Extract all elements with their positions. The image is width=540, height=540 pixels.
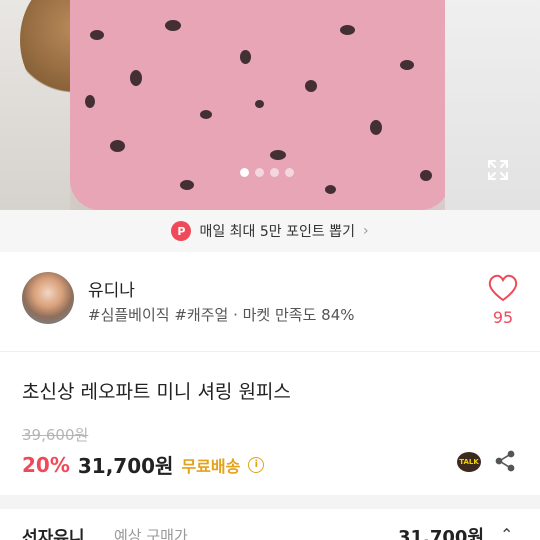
section-divider [0,495,540,509]
expected-price-row[interactable]: 선자유니 예상 구매가 31,700원 ⌃ [0,509,540,540]
free-shipping-label: 무료배송 [181,456,241,476]
kakaotalk-icon[interactable]: TALK [457,452,481,472]
product-image[interactable] [0,0,540,210]
points-banner-text: 매일 최대 5만 포인트 뽑기 [199,224,355,240]
chevron-right-icon: › [362,223,369,239]
gallery-pagination [240,168,294,177]
pagination-dot[interactable] [270,168,279,177]
pagination-dot[interactable] [255,168,264,177]
pagination-dot[interactable] [240,168,249,177]
price-row: 20% 31,700원 무료배송 i [22,450,265,479]
discount-rate: 20% [22,452,70,477]
point-badge-icon: P [171,221,192,241]
info-icon[interactable]: i [248,456,265,473]
expected-price-label: 선자유니 [22,528,85,540]
seller-name[interactable]: 유디나 [88,276,135,301]
seller-tags: #심플베이직 #캐주얼 · 마켓 만족도 84% [88,306,355,324]
points-banner[interactable]: P 매일 최대 5만 포인트 뽑기 › [0,210,540,252]
expand-icon[interactable] [486,158,510,182]
share-icon[interactable] [494,450,516,472]
original-price: 39,600원 [22,426,89,444]
like-count: 95 [492,308,514,327]
pagination-dot[interactable] [285,168,294,177]
chevron-up-icon[interactable]: ⌃ [500,525,513,540]
heart-icon[interactable] [488,274,518,302]
leopard-dress [70,0,450,210]
seller-info[interactable]: 유디나 #심플베이직 #캐주얼 · 마켓 만족도 84% 95 [0,252,540,352]
sale-price: 31,700원 [77,454,174,478]
expected-price-value: 31,700원 [398,527,485,540]
avatar[interactable] [22,272,74,324]
expected-price-sub: 예상 구매가 [114,527,188,540]
product-title: 초신상 레오파트 미니 셔링 원피스 [22,381,291,403]
